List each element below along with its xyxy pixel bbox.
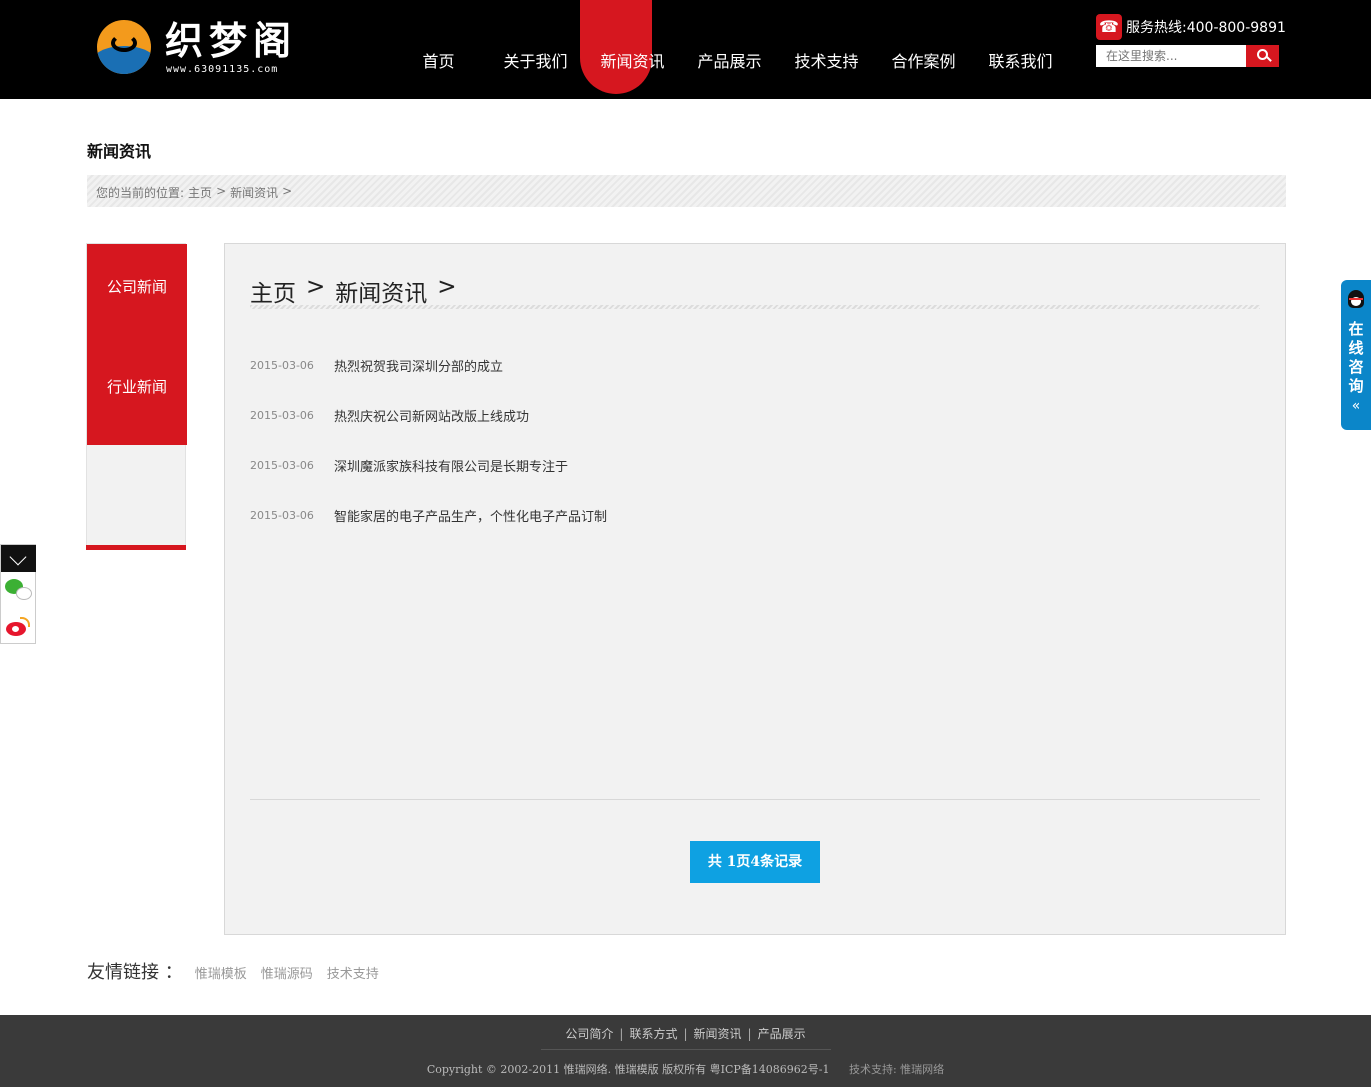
friend-links: 友情链接 ： 惟瑞模板 惟瑞源码 技术支持 [87,958,393,984]
nav-item-contact[interactable]: 联系我们 [972,0,1069,99]
search-input[interactable] [1096,45,1246,67]
hotline: ☎ 服务热线:400-800-9891 [1096,14,1286,40]
news-title-link[interactable]: 热烈祝贺我司深圳分部的成立 [334,356,503,375]
site-logo[interactable]: 织梦阁 www.63091135.com [97,18,307,78]
online-consult-label: 在线咨询 [1341,320,1371,396]
list-divider [250,799,1260,800]
logo-mark-icon [97,20,151,74]
news-title-link[interactable]: 智能家居的电子产品生产，个性化电子产品订制 [334,506,607,525]
breadcrumb-home[interactable]: 主页 [188,184,212,201]
footer-link-news[interactable]: 新闻资讯 [694,1027,742,1041]
news-panel: 主页 > 新闻资讯 > 2015-03-06 热烈祝贺我司深圳分部的成立 201… [224,243,1286,935]
chevron-down-icon [9,548,27,566]
sidebar-item-industry-news[interactable]: 行业新闻 [87,376,187,397]
list-item[interactable]: 2015-03-06 热烈庆祝公司新网站改版上线成功 [250,390,1260,440]
panel-heading-separator: > [306,274,326,300]
nav-item-support[interactable]: 技术支持 [778,0,875,99]
wechat-icon[interactable] [5,579,33,605]
online-consult-text: 在线咨询 [1348,320,1364,395]
news-list: 2015-03-06 热烈祝贺我司深圳分部的成立 2015-03-06 热烈庆祝… [250,340,1260,540]
heading-divider [250,305,1260,309]
breadcrumb-separator: > [282,184,293,198]
weibo-icon[interactable] [6,617,32,637]
list-item[interactable]: 2015-03-06 智能家居的电子产品生产，个性化电子产品订制 [250,490,1260,540]
online-consult-button[interactable]: 在线咨询 « [1341,280,1371,430]
friend-link[interactable]: 惟瑞源码 [261,963,313,982]
share-float-bar [0,544,36,644]
panel-heading-home[interactable]: 主页 [250,274,296,308]
footer-link-contact[interactable]: 联系方式 [629,1027,677,1041]
nav-item-home[interactable]: 首页 [390,0,487,99]
logo-text: 织梦阁 [165,18,298,63]
logo-url: www.63091135.com [166,64,279,75]
news-title-link[interactable]: 热烈庆祝公司新网站改版上线成功 [334,406,529,425]
search-button[interactable] [1246,45,1279,67]
footer-link-about[interactable]: 公司简介 [565,1027,613,1041]
breadcrumb-news[interactable]: 新闻资讯 [230,184,278,201]
page-title: 新闻资讯 [87,142,152,161]
friend-link[interactable]: 技术支持 [327,963,379,982]
panel-heading-separator: > [437,274,457,300]
nav-item-news[interactable]: 新闻资讯 [584,0,681,99]
tech-support-link[interactable]: 技术支持: 惟瑞网络 [849,1063,944,1076]
footer-nav: 公司简介 | 联系方式 | 新闻资讯 | 产品展示 [565,1027,806,1041]
news-date: 2015-03-06 [250,458,314,472]
phone-icon: ☎ [1096,14,1122,40]
copyright-text: Copyright © 2002-2011 惟瑞网络. 惟瑞模版 版权所有 粤I… [426,1063,830,1076]
list-item[interactable]: 2015-03-06 深圳魔派家族科技有限公司是长期专注于 [250,440,1260,490]
share-toggle-button[interactable] [1,545,36,572]
footer-copyright: Copyright © 2002-2011 惟瑞网络. 惟瑞模版 版权所有 粤I… [0,1061,1371,1077]
nav-item-about[interactable]: 关于我们 [487,0,584,99]
qq-icon [1348,290,1364,308]
category-sidebar: 公司新闻 行业新闻 [86,243,187,550]
hotline-text: 服务热线:400-800-9891 [1126,20,1286,36]
site-footer: 公司简介 | 联系方式 | 新闻资讯 | 产品展示 Copyright © 2002-201… [0,1015,1371,1087]
friend-link[interactable]: 惟瑞模板 [195,963,247,982]
news-date: 2015-03-06 [250,508,314,522]
double-chevron-left-icon: « [1351,398,1361,414]
breadcrumb-prefix: 您的当前的位置: [96,186,185,200]
news-title-link[interactable]: 深圳魔派家族科技有限公司是长期专注于 [334,456,568,475]
panel-heading: 主页 > 新闻资讯 > [250,274,467,308]
footer-link-products[interactable]: 产品展示 [758,1027,806,1041]
nav-item-cases[interactable]: 合作案例 [875,0,972,99]
friend-links-label: 友情链接 ： [87,962,183,983]
nav-item-products[interactable]: 产品展示 [681,0,778,99]
sidebar-item-company-news[interactable]: 公司新闻 [87,276,187,297]
pagination-info: 共 1页4条记录 [690,841,820,883]
site-header: 织梦阁 www.63091135.com 首页 关于我们 新闻资讯 产品展示 技… [0,0,1371,99]
footer-divider [541,1049,831,1050]
breadcrumb: 您的当前的位置: 主页 > 新闻资讯 > [87,175,1286,207]
news-date: 2015-03-06 [250,358,314,372]
list-item[interactable]: 2015-03-06 热烈祝贺我司深圳分部的成立 [250,340,1260,390]
search-box [1096,45,1279,67]
panel-heading-news[interactable]: 新闻资讯 [335,274,427,308]
news-date: 2015-03-06 [250,408,314,422]
breadcrumb-separator: > [216,184,227,198]
main-nav: 首页 关于我们 新闻资讯 产品展示 技术支持 合作案例 联系我们 [390,0,1069,99]
